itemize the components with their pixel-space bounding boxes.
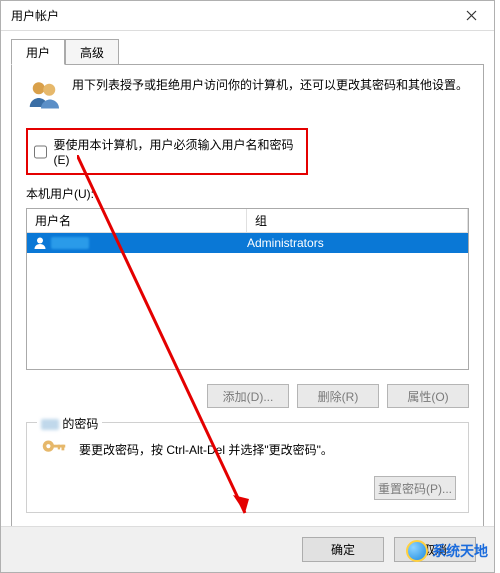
users-list[interactable]: 用户名 组 Administrators [26, 208, 469, 370]
titlebar[interactable]: 用户帐户 [1, 1, 494, 31]
password-group: 的密码 要更改密码，按 Ctrl-Alt-Del 并选择"更改密码"。 重置密码… [26, 422, 469, 513]
properties-button[interactable]: 属性(O) [387, 384, 469, 408]
watermark: 系统天地 [406, 540, 488, 562]
reset-password-button[interactable]: 重置密码(P)... [374, 476, 456, 500]
tab-users[interactable]: 用户 [11, 39, 65, 65]
col-group[interactable]: 组 [247, 209, 468, 232]
user-row[interactable]: Administrators [27, 233, 468, 253]
intro-text: 用下列表授予或拒绝用户访问你的计算机，还可以更改其密码和其他设置。 [72, 77, 469, 116]
remove-button[interactable]: 删除(R) [297, 384, 379, 408]
user-accounts-dialog: 用户帐户 用户 高级 用下列表授予或拒绝用户访问你的计算机，还可以更改其密码和其… [0, 0, 495, 573]
tab-strip: 用户 高级 [11, 39, 484, 65]
close-button[interactable] [449, 1, 494, 31]
users-icon [26, 77, 62, 116]
require-login-row[interactable]: 要使用本计算机，用户必须输入用户名和密码(E) [26, 128, 308, 175]
require-login-label: 要使用本计算机，用户必须输入用户名和密码(E) [53, 136, 300, 167]
tab-advanced[interactable]: 高级 [65, 39, 119, 64]
users-list-label: 本机用户(U): [26, 185, 469, 202]
password-hint: 要更改密码，按 Ctrl-Alt-Del 并选择"更改密码"。 [79, 441, 333, 458]
key-icon [39, 433, 69, 466]
add-button[interactable]: 添加(D)... [207, 384, 289, 408]
require-login-checkbox[interactable] [34, 145, 47, 159]
list-header: 用户名 组 [27, 209, 468, 233]
watermark-icon [406, 540, 428, 562]
username-redacted [51, 237, 89, 249]
close-icon [466, 10, 477, 21]
password-group-title: 的密码 [37, 415, 102, 432]
col-username[interactable]: 用户名 [27, 209, 247, 232]
user-icon [33, 236, 47, 250]
window-title: 用户帐户 [11, 7, 449, 24]
ok-button[interactable]: 确定 [302, 537, 384, 562]
user-group: Administrators [247, 236, 468, 250]
